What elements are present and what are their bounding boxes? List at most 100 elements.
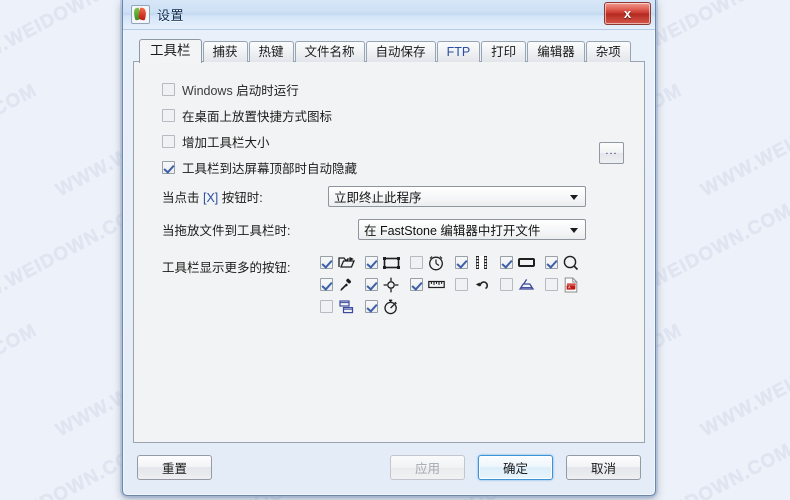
svg-text:A: A	[568, 284, 571, 289]
film-video-icon	[472, 254, 490, 271]
ellipsis-label: ...	[605, 144, 618, 157]
checkbox-run-at-windows-startup-row: Windows 启动时运行	[150, 76, 628, 102]
toolbar-button-fixed-size[interactable]	[500, 256, 513, 269]
combo-label-on-close-button: 当点击 [X] 按钮时:	[162, 191, 263, 205]
combo-on-close-button[interactable]: 立即终止此程序	[328, 186, 586, 207]
fixed-size-bar-icon	[517, 254, 535, 271]
tab-hotkeys[interactable]: 热键	[248, 41, 294, 62]
watermark-text: WWW.WEIDOWN.COM	[697, 79, 790, 202]
combo-on-drop-file[interactable]: 在 FastStone 编辑器中打开文件	[358, 219, 586, 240]
checkbox-increase-toolbar-size-row: 增加工具栏大小	[150, 128, 628, 154]
close-icon: x	[623, 6, 632, 21]
tab-toolbar[interactable]: 工具栏	[139, 39, 202, 63]
checkbox-run-at-windows-startup-label: Windows 启动时运行	[182, 83, 299, 98]
cancel-label: 取消	[590, 462, 616, 476]
magnifier-icon	[562, 254, 580, 271]
watermark-text: WWW.WEIDOWN.COM	[0, 319, 41, 442]
tab-label: 打印	[491, 45, 517, 59]
checkbox-place-desktop-shortcut-label: 在桌面上放置快捷方式图标	[182, 109, 333, 124]
checkbox-auto-hide-toolbar-at-top[interactable]	[162, 160, 175, 174]
toolbar-button-capture-rectangle[interactable]	[365, 256, 378, 269]
combo-on-drop-value: 在 FastStone 编辑器中打开文件	[364, 224, 541, 238]
checkbox-increase-toolbar-size[interactable]	[162, 134, 175, 148]
compare-windows-icon	[337, 298, 355, 315]
combo-label-on-drop-file: 当拖放文件到工具栏时:	[162, 224, 291, 238]
row-on-drop-file: 当拖放文件到工具栏时: 在 FastStone 编辑器中打开文件	[150, 213, 628, 246]
dialog-content: 工具栏 捕获 热键 文件名称 自动保存 FTP 打印 编辑器 杂项 Windows 启动时运行在…	[123, 30, 655, 495]
clock-delay-icon	[427, 254, 445, 271]
tab-label: 热键	[258, 45, 284, 59]
tab-strip: 工具栏 捕获 热键 文件名称 自动保存 FTP 打印 编辑器 杂项	[133, 38, 645, 63]
combo-on-close-value: 立即终止此程序	[334, 191, 422, 205]
tab-editor[interactable]: 编辑器	[527, 41, 585, 62]
undo-arrow-icon	[472, 276, 490, 293]
toolbar-buttons-row	[320, 298, 590, 315]
ok-button[interactable]: 确定	[478, 455, 553, 480]
tab-label: 自动保存	[375, 45, 426, 59]
tab-filename[interactable]: 文件名称	[294, 41, 365, 62]
toolbar-button-magnifier[interactable]	[545, 256, 558, 269]
open-folder-icon	[337, 254, 355, 271]
tab-ftp[interactable]: FTP	[436, 41, 481, 62]
tab-label: FTP	[446, 45, 471, 59]
apply-button[interactable]: 应用	[390, 455, 465, 480]
toolbar-button-delay-capture[interactable]	[410, 256, 423, 269]
toolbar-button-magnifier-cell	[545, 254, 590, 271]
checkbox-place-desktop-shortcut[interactable]	[162, 108, 175, 122]
toolbar-button-stopwatch-cell	[365, 298, 410, 315]
checkbox-place-desktop-shortcut-row: 在桌面上放置快捷方式图标	[150, 102, 628, 128]
checkbox-increase-toolbar-size-label: 增加工具栏大小	[182, 135, 270, 150]
toolbar-button-delay-capture-cell	[410, 254, 455, 271]
toolbar-button-capture-rectangle-cell	[365, 254, 410, 271]
ok-label: 确定	[502, 462, 528, 476]
tab-autosave[interactable]: 自动保存	[365, 41, 436, 62]
title-bar: 设置 x	[123, 0, 655, 30]
toolbar-button-record-video[interactable]	[455, 256, 468, 269]
toolbar-button-send-to-pdf-cell: A	[545, 276, 590, 293]
close-button[interactable]: x	[604, 2, 651, 25]
tab-label: 工具栏	[150, 43, 191, 58]
ruler-icon	[427, 276, 445, 293]
toolbar-button-compare-windows[interactable]	[320, 300, 333, 313]
toolbar-button-color-picker-cell	[320, 276, 365, 293]
checkbox-auto-hide-toolbar-at-top-row: 工具栏到达屏幕顶部时自动隐藏	[150, 154, 628, 180]
chevron-down-icon	[570, 227, 578, 233]
reset-button[interactable]: 重置	[137, 455, 212, 480]
toolbar-button-open-file[interactable]	[320, 256, 333, 269]
toolbar-button-repeat-last[interactable]	[455, 278, 468, 291]
toolbar-button-repeat-last-cell	[455, 276, 500, 293]
crosshair-icon	[382, 276, 400, 293]
watermark-text: WWW.WEIDOWN.COM	[0, 79, 41, 202]
footer-separator	[133, 451, 645, 452]
toolbar-buttons-section: 工具栏显示更多的按钮: A	[150, 254, 628, 315]
chevron-down-icon	[570, 194, 578, 200]
toolbar-buttons-row: A	[320, 276, 590, 293]
tab-label: 文件名称	[304, 45, 355, 59]
toolbar-button-send-to-pdf[interactable]	[545, 278, 558, 291]
eyedropper-icon	[337, 276, 355, 293]
row-on-close-button: 当点击 [X] 按钮时: 立即终止此程序	[150, 180, 628, 213]
toolbar-button-crosshair-cell	[365, 276, 410, 293]
checkbox-run-at-windows-startup[interactable]	[162, 82, 175, 96]
toolbar-button-scanner[interactable]	[500, 278, 513, 291]
checkbox-list: Windows 启动时运行在桌面上放置快捷方式图标 增加工具栏大小工具栏到达屏幕顶…	[150, 76, 628, 180]
tab-page-toolbar: Windows 启动时运行在桌面上放置快捷方式图标 增加工具栏大小工具栏到达屏幕顶…	[133, 61, 645, 443]
tab-print[interactable]: 打印	[481, 41, 527, 62]
toolbar-button-ruler-cell	[410, 276, 455, 293]
toolbar-buttons-label: 工具栏显示更多的按钮:	[162, 261, 291, 275]
tab-capture[interactable]: 捕获	[202, 41, 248, 62]
tab-label: 杂项	[595, 45, 621, 59]
auto-hide-options-button[interactable]: ...	[599, 142, 624, 164]
toolbar-button-scanner-cell	[500, 276, 545, 293]
cancel-button[interactable]: 取消	[566, 455, 641, 480]
toolbar-button-ruler[interactable]	[410, 278, 423, 291]
toolbar-button-crosshair[interactable]	[365, 278, 378, 291]
faststone-leaf-icon	[131, 5, 150, 24]
toolbar-button-stopwatch[interactable]	[365, 300, 378, 313]
toolbar-button-color-picker[interactable]	[320, 278, 333, 291]
settings-dialog: 设置 x 工具栏 捕获 热键 文件名称 自动保存 FTP 打印 编辑器 杂项 Windows 启…	[120, 0, 658, 498]
window-title: 设置	[157, 8, 185, 23]
dialog-footer: 重置 应用 确定 取消	[133, 451, 645, 485]
toolbar-buttons-row	[320, 254, 590, 271]
tab-misc[interactable]: 杂项	[585, 41, 631, 62]
